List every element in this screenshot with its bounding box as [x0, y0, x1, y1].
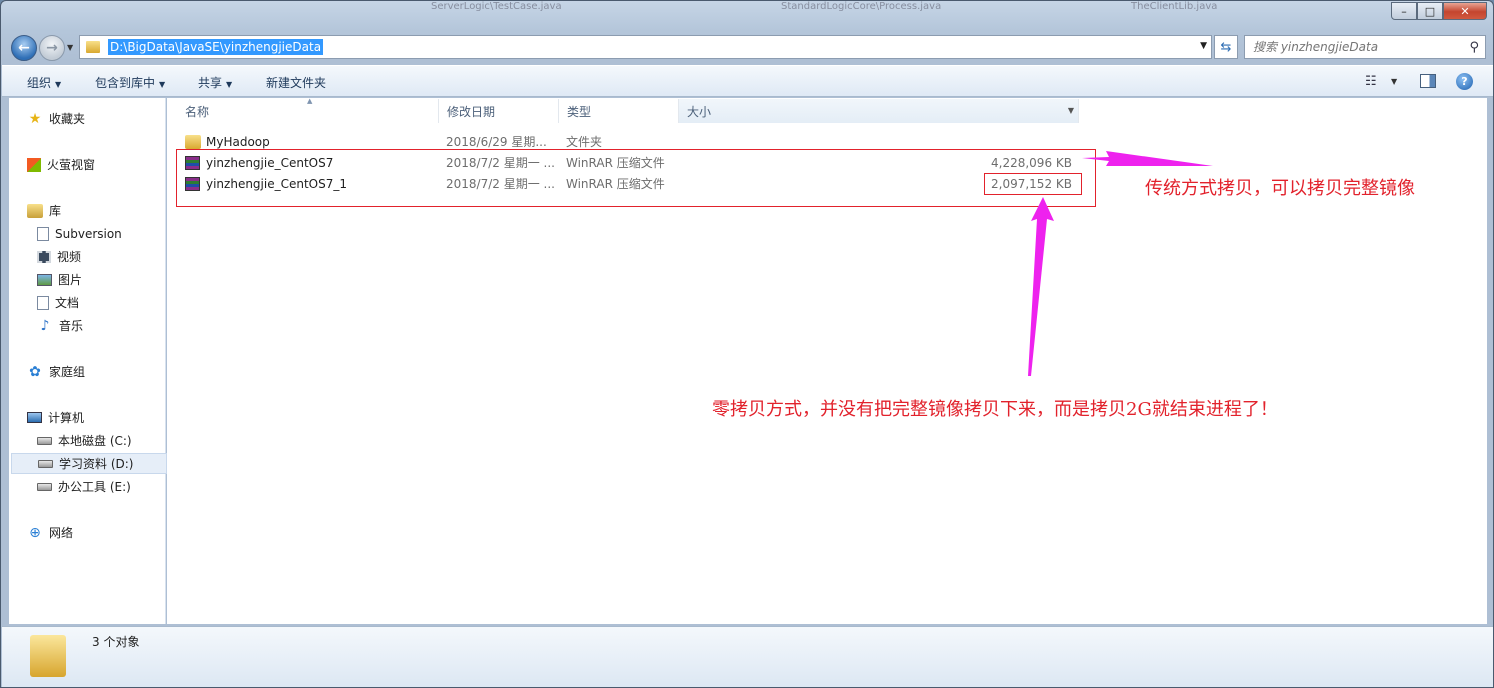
sidebar-item-favorites[interactable]: ★ 收藏夹 — [27, 108, 183, 129]
sidebar-item-huorong[interactable]: 火萤视窗 — [27, 154, 183, 175]
item-count: 3 个对象 — [92, 635, 140, 649]
address-dropdown-button[interactable]: ▼ — [1200, 41, 1207, 51]
column-header-date[interactable]: 修改日期 — [439, 99, 559, 123]
preview-pane-icon[interactable] — [1420, 74, 1436, 88]
close-button[interactable]: ✕ — [1443, 2, 1487, 20]
chevron-down-icon[interactable]: ▼ — [1391, 77, 1397, 86]
hard-drive-icon — [37, 436, 52, 445]
explorer-window: ServerLogic\TestCase.java StandardLogicC… — [0, 0, 1494, 688]
sidebar-item-homegroup[interactable]: ✿ 家庭组 — [27, 361, 183, 382]
annotation-traditional-copy: 传统方式拷贝，可以拷贝完整镜像 — [1145, 178, 1415, 199]
sidebar-item-label: 库 — [49, 204, 62, 218]
chevron-down-icon: ▼ — [55, 80, 62, 89]
share-label: 共享 — [198, 76, 223, 90]
document-icon — [37, 226, 49, 241]
network-icon: ⊕ — [29, 524, 41, 541]
forward-button[interactable]: → — [39, 35, 65, 61]
sidebar-item-label: 图片 — [58, 273, 83, 287]
back-button[interactable]: ← — [11, 35, 37, 61]
column-header-label: 大小 — [687, 104, 712, 119]
include-in-library-label: 包含到库中 — [95, 76, 156, 90]
command-toolbar: 组织 ▼ 包含到库中 ▼ 共享 ▼ 新建文件夹 ☷ ▼ ? — [2, 65, 1493, 97]
recent-pages-button[interactable]: ▼ — [67, 43, 73, 52]
search-box[interactable]: ⚲ — [1244, 35, 1486, 59]
annotation-highlight-box — [176, 149, 1096, 207]
file-type: 文件夹 — [566, 135, 603, 149]
chevron-down-icon[interactable]: ▼ — [1068, 106, 1074, 115]
organize-button[interactable]: 组织 ▼ — [27, 74, 61, 91]
navigation-pane: ★ 收藏夹 火萤视窗 库 Subversion 视频 图片 文档 ♪ 音乐 ✿ … — [9, 98, 167, 624]
sidebar-item-label: 收藏夹 — [49, 112, 86, 126]
sidebar-item-label: 视频 — [57, 250, 82, 264]
address-path[interactable]: D:\BigData\JavaSE\yinzhengjieData — [108, 39, 324, 55]
homegroup-icon: ✿ — [29, 363, 41, 380]
column-header-size[interactable]: 大小 ▼ — [679, 99, 1079, 123]
sidebar-item-label: 家庭组 — [49, 365, 86, 379]
sidebar-item-libraries[interactable]: 库 — [27, 200, 183, 221]
search-icon[interactable]: ⚲ — [1469, 40, 1479, 55]
caption-buttons: – □ ✕ — [1391, 2, 1487, 20]
document-icon — [37, 295, 49, 310]
windows-logo-icon — [27, 157, 41, 172]
file-name: MyHadoop — [206, 134, 270, 149]
search-input[interactable] — [1253, 40, 1463, 54]
sidebar-item-label: 文档 — [55, 296, 80, 310]
background-window-tab: TheClientLib.java — [1131, 1, 1218, 12]
star-icon: ★ — [28, 110, 42, 127]
hard-drive-icon — [37, 482, 52, 491]
organize-label: 组织 — [27, 76, 52, 90]
computer-icon — [27, 412, 42, 423]
sidebar-item-drive-d[interactable]: 学习资料 (D:) — [11, 453, 167, 474]
folder-icon — [30, 635, 66, 677]
file-date: 2018/6/29 星期... — [446, 135, 547, 149]
column-header-label: 名称 — [185, 104, 210, 119]
chevron-down-icon: ▼ — [159, 80, 166, 89]
background-window-tab: ServerLogic\TestCase.java — [431, 1, 562, 12]
minimize-button[interactable]: – — [1391, 2, 1417, 20]
annotation-size-box — [984, 173, 1082, 195]
new-folder-button[interactable]: 新建文件夹 — [266, 74, 326, 91]
sidebar-item-label: 网络 — [49, 526, 74, 540]
sidebar-item-label: 学习资料 (D:) — [59, 457, 134, 471]
music-note-icon: ♪ — [40, 317, 50, 334]
library-icon — [27, 203, 43, 218]
share-button[interactable]: 共享 ▼ — [198, 74, 232, 91]
view-options-icon[interactable]: ☷ — [1365, 74, 1377, 89]
address-bar[interactable]: D:\BigData\JavaSE\yinzhengjieData ▼ — [79, 35, 1212, 59]
maximize-button[interactable]: □ — [1417, 2, 1443, 20]
sidebar-item-network[interactable]: ⊕ 网络 — [27, 522, 183, 543]
column-headers: 名称 ▲ 修改日期 类型 大小 ▼ — [177, 97, 1079, 123]
sidebar-item-label: 火萤视窗 — [47, 158, 96, 172]
picture-icon — [37, 273, 52, 286]
details-pane: 3 个对象 — [2, 626, 1493, 687]
column-header-name[interactable]: 名称 ▲ — [177, 97, 439, 123]
sidebar-item-computer[interactable]: 计算机 — [27, 407, 183, 428]
sidebar-item-label: 本地磁盘 (C:) — [58, 434, 132, 448]
hard-drive-icon — [38, 459, 53, 468]
sidebar-item-label: 办公工具 (E:) — [58, 480, 131, 494]
folder-icon — [86, 41, 100, 53]
sidebar-item-label: 计算机 — [48, 411, 85, 425]
sidebar-item-label: 音乐 — [59, 319, 84, 333]
folder-icon — [185, 134, 201, 149]
column-header-label: 类型 — [567, 104, 592, 119]
background-window-tab: StandardLogicCore\Process.java — [781, 1, 942, 12]
navigation-bar: ← → ▼ D:\BigData\JavaSE\yinzhengjieData … — [1, 31, 1493, 63]
help-icon[interactable]: ? — [1456, 73, 1473, 90]
chevron-down-icon: ▼ — [226, 80, 233, 89]
column-header-label: 修改日期 — [447, 104, 496, 119]
annotation-zero-copy: 零拷贝方式，并没有把完整镜像拷贝下来，而是拷贝2G就结束进程了！ — [712, 399, 1278, 420]
film-icon — [37, 250, 51, 263]
sort-ascending-icon: ▲ — [307, 97, 313, 105]
include-in-library-button[interactable]: 包含到库中 ▼ — [95, 74, 165, 91]
column-header-type[interactable]: 类型 — [559, 99, 679, 123]
refresh-button[interactable]: ⇆ — [1214, 35, 1238, 59]
sidebar-item-label: Subversion — [55, 226, 122, 241]
